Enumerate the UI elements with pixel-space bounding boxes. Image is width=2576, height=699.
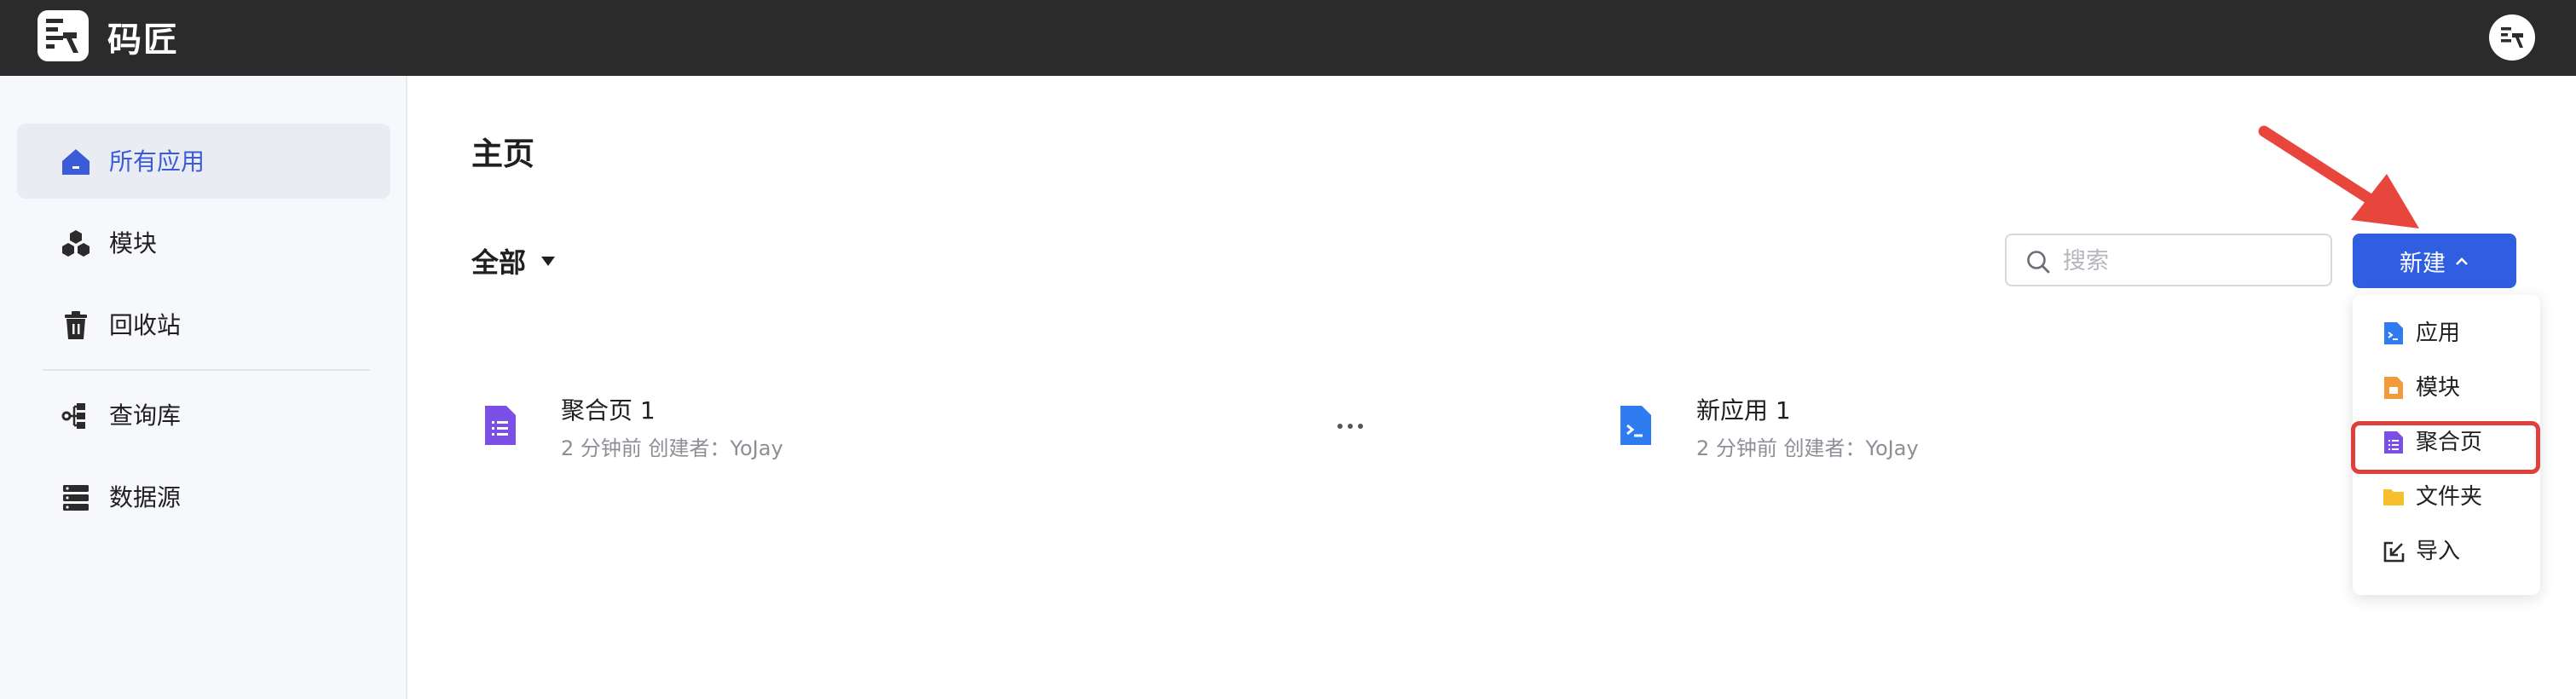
sidebar: 所有应用 模块 回收站 查询库 数据源 (0, 76, 407, 699)
menu-item-folder[interactable]: 文件夹 (2353, 471, 2540, 523)
more-options-icon[interactable] (1330, 416, 1371, 436)
app-file-icon (2384, 322, 2403, 344)
sidebar-item-all-apps[interactable]: 所有应用 (17, 124, 390, 199)
sidebar-item-label: 所有应用 (109, 147, 205, 176)
app-name: 码匠 (107, 20, 179, 60)
menu-item-label: 模块 (2416, 375, 2461, 401)
query-library-icon (61, 403, 85, 429)
app-card[interactable]: 新应用 1 2 分钟前 创建者：YoJay (1618, 375, 2300, 477)
sidebar-divider (43, 369, 370, 371)
chevron-up-icon (2456, 257, 2468, 265)
menu-item-label: 导入 (2416, 539, 2461, 564)
new-menu: 应用 模块 聚合页 文件夹 导入 (2353, 295, 2540, 595)
sidebar-item-label: 查询库 (109, 401, 182, 430)
filter-dropdown[interactable]: 全部 (471, 242, 556, 280)
sidebar-item-trash[interactable]: 回收站 (17, 287, 390, 362)
menu-item-aggregate-page[interactable]: 聚合页 (2353, 416, 2540, 469)
search-icon (2027, 251, 2050, 274)
filter-label: 全部 (471, 246, 527, 279)
menu-item-label: 应用 (2416, 321, 2461, 346)
aggregate-page-icon (2384, 431, 2403, 453)
menu-item-label: 文件夹 (2416, 484, 2483, 510)
app-logo-icon (38, 10, 89, 61)
menu-item-app[interactable]: 应用 (2353, 307, 2540, 360)
search-box[interactable] (2005, 234, 2332, 286)
card-meta: 2 分钟前 创建者：YoJay (1696, 436, 1919, 460)
sidebar-item-modules[interactable]: 模块 (17, 205, 390, 280)
caret-down-icon (541, 256, 556, 266)
sidebar-item-label: 数据源 (109, 483, 182, 511)
sidebar-item-label: 模块 (109, 229, 158, 257)
import-icon (2383, 541, 2405, 563)
aggregate-page-icon (485, 406, 516, 445)
sidebar-item-datasource[interactable]: 数据源 (17, 459, 390, 534)
new-button[interactable]: 新建 (2353, 234, 2516, 288)
card-title: 新应用 1 (1696, 396, 1791, 425)
sidebar-item-query-library[interactable]: 查询库 (17, 378, 390, 453)
menu-item-module[interactable]: 模块 (2353, 361, 2540, 414)
annotation-arrow-icon (2258, 125, 2419, 228)
app-root: 码匠 所有应用 模块 回收站 查询库 数据源 主页 全部 搜索 新建 应用 模块… (0, 0, 2576, 699)
card-meta: 2 分钟前 创建者：YoJay (561, 436, 783, 460)
module-icon (62, 230, 90, 257)
new-button-label: 新建 (2400, 250, 2446, 277)
module-file-icon (2384, 377, 2403, 399)
top-bar: 码匠 (0, 0, 2576, 76)
trash-icon (65, 311, 87, 339)
app-card[interactable]: 聚合页 1 2 分钟前 创建者：YoJay (482, 375, 1250, 477)
database-icon (63, 485, 89, 511)
user-avatar[interactable] (2489, 14, 2535, 61)
menu-item-import[interactable]: 导入 (2353, 525, 2540, 578)
sidebar-item-label: 回收站 (109, 311, 182, 339)
search-input[interactable] (2063, 244, 2319, 278)
home-icon (62, 149, 90, 175)
folder-icon (2383, 489, 2404, 505)
menu-item-label: 聚合页 (2416, 430, 2483, 455)
page-title: 主页 (471, 136, 534, 172)
app-file-icon (1620, 406, 1651, 445)
card-title: 聚合页 1 (561, 396, 656, 425)
